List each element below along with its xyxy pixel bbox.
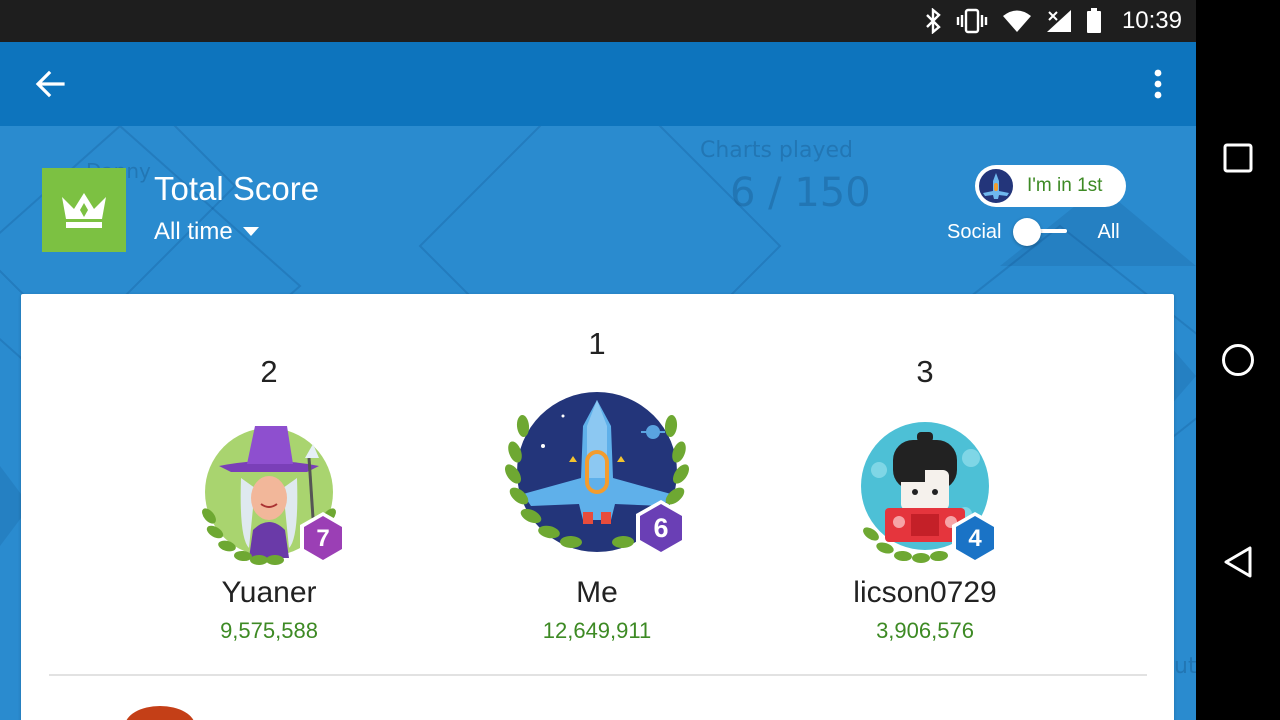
spaceship-avatar-small [977, 167, 1015, 205]
ghost-edge-text: ut [1174, 654, 1196, 679]
level-badge: 4 [949, 510, 1001, 566]
level-badge: 7 [297, 510, 349, 566]
level-number: 6 [653, 513, 668, 543]
leaderboard-icon-tile [42, 168, 126, 252]
period-label: All time [154, 218, 233, 245]
podium-entry-second[interactable]: 2 7 Yuaner 9,575,588 [169, 350, 369, 650]
rank-chip-label: I'm in 1st [1027, 175, 1103, 196]
signal-icon [1046, 10, 1071, 32]
battery-icon [1086, 8, 1101, 33]
switch-thumb [1013, 218, 1042, 246]
recents-square-icon [1223, 143, 1253, 173]
home-button[interactable] [1213, 335, 1263, 385]
my-rank-chip[interactable]: I'm in 1st [975, 165, 1126, 207]
list-divider [49, 674, 1147, 676]
next-player-avatar[interactable] [125, 706, 195, 720]
arrow-back-icon [35, 70, 65, 98]
social-all-switch[interactable] [1013, 218, 1075, 246]
nav-back-button[interactable] [1213, 537, 1263, 587]
leaderboard-header: Total Score All time I'm in 1st Social A… [0, 126, 1196, 294]
podium-rank: 3 [916, 354, 934, 389]
status-bar: 10:39 [0, 0, 1196, 42]
vibrate-icon [956, 8, 988, 34]
level-badge: 6 [633, 498, 689, 558]
podium-card: 2 7 Yuaner 9,575,588 1 6 Me 12,649,911 3… [21, 294, 1174, 720]
player-score: 12,649,911 [542, 618, 652, 643]
leaderboard-title: Total Score [154, 170, 320, 207]
scope-toggle-row: Social All [947, 218, 1120, 246]
player-name: licson0729 [853, 576, 997, 609]
crown-icon [62, 193, 106, 228]
wifi-icon [1002, 10, 1031, 32]
home-circle-icon [1222, 344, 1254, 376]
system-nav-bar [1196, 0, 1280, 720]
overflow-menu-button[interactable] [1142, 62, 1174, 106]
level-number: 7 [316, 525, 329, 552]
status-time: 10:39 [1121, 7, 1182, 34]
dropdown-arrow-icon [242, 227, 259, 236]
app-screen: Danny Charts played 6 / 150 ut 10:39 [0, 0, 1196, 720]
app-bar [0, 42, 1196, 126]
podium-entry-third[interactable]: 3 4 licson0729 3,906,576 [825, 350, 1025, 650]
back-button[interactable] [28, 62, 72, 106]
player-name: Me [576, 576, 618, 609]
podium-rank: 2 [260, 354, 278, 389]
toggle-social-label: Social [947, 220, 1002, 243]
more-vert-icon [1154, 69, 1162, 99]
player-score: 9,575,588 [220, 618, 318, 643]
recents-button[interactable] [1213, 133, 1263, 183]
toggle-all-label: All [1097, 220, 1120, 243]
bluetooth-icon [926, 8, 941, 34]
level-number: 4 [968, 525, 982, 552]
podium-entry-first[interactable]: 1 6 Me 12,649,911 [487, 322, 707, 650]
period-dropdown[interactable]: All time [154, 218, 259, 246]
podium-rank: 1 [588, 326, 606, 361]
back-triangle-icon [1224, 546, 1252, 578]
player-name: Yuaner [221, 576, 317, 609]
player-score: 3,906,576 [876, 618, 974, 643]
